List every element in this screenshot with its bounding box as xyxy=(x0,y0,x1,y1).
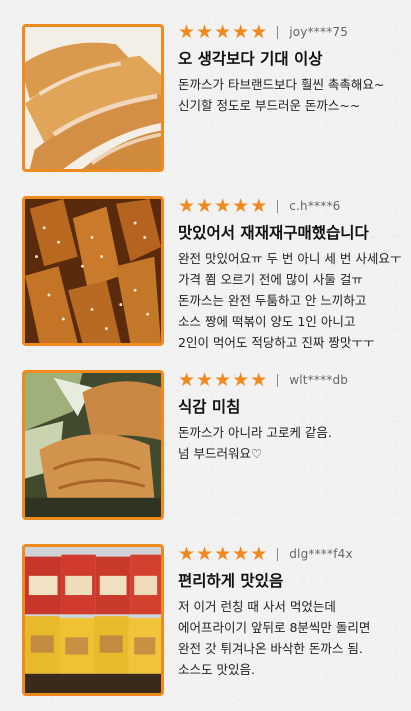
star-icon: ★ xyxy=(178,369,196,391)
reviewer-name: joy****75 xyxy=(289,25,349,39)
reviewer-name: dlg****f4x xyxy=(289,547,353,561)
reviewer-name: c.h****6 xyxy=(289,199,341,213)
review-line: 돈까스가 아니라 고로케 같음. xyxy=(178,425,332,440)
fried-pork-cutlet-photo xyxy=(25,27,161,169)
star-icon: ★ xyxy=(232,21,250,43)
star-rating: ★ ★ ★ ★ ★ xyxy=(178,196,267,216)
star-icon: ★ xyxy=(196,543,214,565)
review-title: 편리하게 맛있음 xyxy=(178,572,284,590)
star-rating: ★ ★ ★ ★ ★ xyxy=(178,22,267,42)
review-line: 넘 부드러워요♡ xyxy=(178,446,263,461)
star-icon: ★ xyxy=(196,21,214,43)
star-icon: ★ xyxy=(178,543,196,565)
divider xyxy=(277,547,279,561)
rating-row: ★ ★ ★ ★ ★ c.h****6 xyxy=(178,196,408,216)
review-line: 가격 쬠 오르기 전에 많이 사둘 걸ㅠ xyxy=(178,272,363,287)
star-icon: ★ xyxy=(232,195,250,217)
star-icon: ★ xyxy=(214,369,232,391)
star-icon: ★ xyxy=(178,21,196,43)
review-line: 에어프라이기 앞뒤로 8분씩만 돌리면 xyxy=(178,620,371,635)
rating-row: ★ ★ ★ ★ ★ joy****75 xyxy=(178,22,408,42)
review-line: 완전 맛있어요ㅠ 두 번 아니 세 번 사세요ㅜ xyxy=(178,251,402,266)
review-line: 돈까스는 완전 두툼하고 안 느끼하고 xyxy=(178,293,367,308)
sesame-sauced-cutlet-photo xyxy=(25,199,161,343)
review-line: 신기할 정도로 부드러운 돈까스~~ xyxy=(178,98,361,113)
rating-row: ★ ★ ★ ★ ★ wlt****db xyxy=(178,370,408,390)
review-line: 저 이거 런칭 때 사서 먹었는데 xyxy=(178,599,336,614)
review-text: 돈까스가 타브랜드보다 훨씬 촉촉해요~ 신기할 정도로 부드러운 돈까스~~ xyxy=(178,74,408,116)
star-icon: ★ xyxy=(196,195,214,217)
review-title: 맛있어서 재재재구매했습니다 xyxy=(178,224,369,242)
review-photo[interactable] xyxy=(22,544,164,696)
star-icon: ★ xyxy=(232,543,250,565)
star-icon: ★ xyxy=(250,543,268,565)
review-title: 오 생각보다 기대 이상 xyxy=(178,50,323,68)
divider xyxy=(277,199,279,213)
star-icon: ★ xyxy=(250,21,268,43)
review-line: 완전 갓 튀겨나온 바삭한 돈까스 됨. xyxy=(178,641,363,656)
cutlet-with-salad-photo xyxy=(25,373,161,517)
star-icon: ★ xyxy=(214,195,232,217)
review-photo[interactable] xyxy=(22,196,164,346)
star-icon: ★ xyxy=(250,369,268,391)
divider xyxy=(277,373,279,387)
review-text: 완전 맛있어요ㅠ 두 번 아니 세 번 사세요ㅜ 가격 쬠 오르기 전에 많이 … xyxy=(178,248,408,353)
review-line: 돈까스가 타브랜드보다 훨씬 촉촉해요~ xyxy=(178,77,385,92)
star-icon: ★ xyxy=(232,369,250,391)
star-icon: ★ xyxy=(250,195,268,217)
review-line: 2인이 먹어도 적당하고 진짜 짱맛ㅜㅜ xyxy=(178,335,375,350)
star-rating: ★ ★ ★ ★ ★ xyxy=(178,370,267,390)
review-title: 식감 미침 xyxy=(178,398,241,416)
review-line: 소스도 맛있음. xyxy=(178,662,255,677)
review-text: 저 이거 런칭 때 사서 먹었는데 에어프라이기 앞뒤로 8분씩만 돌리면 완전… xyxy=(178,596,408,680)
review-photo[interactable] xyxy=(22,24,164,172)
divider xyxy=(277,25,279,39)
review-photo[interactable] xyxy=(22,370,164,520)
packaged-products-photo xyxy=(25,547,161,693)
review-text: 돈까스가 아니라 고로케 같음. 넘 부드러워요♡ xyxy=(178,422,408,464)
star-rating: ★ ★ ★ ★ ★ xyxy=(178,544,267,564)
review-line: 소스 짱에 떡볶이 양도 1인 아니고 xyxy=(178,314,356,329)
star-icon: ★ xyxy=(196,369,214,391)
star-icon: ★ xyxy=(214,543,232,565)
rating-row: ★ ★ ★ ★ ★ dlg****f4x xyxy=(178,544,408,564)
star-icon: ★ xyxy=(214,21,232,43)
star-icon: ★ xyxy=(178,195,196,217)
reviewer-name: wlt****db xyxy=(289,373,349,387)
